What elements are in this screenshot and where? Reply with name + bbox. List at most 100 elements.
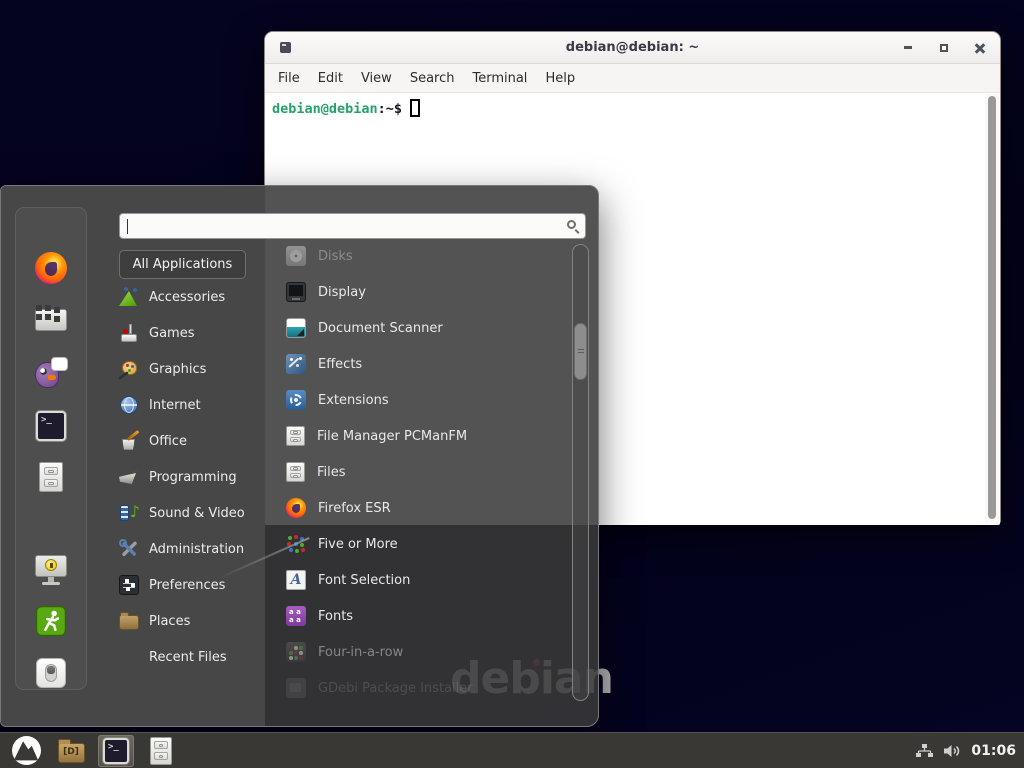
category-places[interactable]: Places <box>119 603 279 639</box>
menu-file[interactable]: File <box>269 67 309 90</box>
app-item-fonts[interactable]: Fonts <box>286 598 571 634</box>
favorite-keyboard[interactable] <box>32 301 70 339</box>
menu-view[interactable]: View <box>352 67 401 90</box>
lock-screen-icon <box>32 551 70 587</box>
accessories-icon <box>119 287 139 307</box>
terminal-prompt: debian@debian:~$ <box>272 99 420 117</box>
app-item-gdebi[interactable]: GDebi Package Installer <box>286 670 571 706</box>
folder-icon <box>58 743 85 763</box>
category-internet[interactable]: Internet <box>119 387 279 423</box>
app-item-files[interactable]: Files <box>286 454 571 490</box>
application-list: Disks Display Document Scanner Effects E… <box>286 238 571 706</box>
category-games[interactable]: Games <box>119 315 279 351</box>
file-cabinet-icon <box>39 462 63 492</box>
all-applications-label: All Applications <box>133 257 233 272</box>
terminal-window-icon <box>280 42 291 53</box>
applications-menu-popup: All Applications Accessories Games Graph… <box>0 185 599 727</box>
document-scanner-icon <box>286 318 306 338</box>
terminal-menubar: File Edit View Search Terminal Help <box>265 64 1000 93</box>
effects-icon <box>286 354 306 374</box>
graphics-icon <box>119 359 139 379</box>
lock-screen-button[interactable] <box>32 550 70 588</box>
terminal-icon <box>36 411 66 441</box>
app-item-font-selection[interactable]: Font Selection <box>286 562 571 598</box>
category-sound-video[interactable]: Sound & Video <box>119 495 279 531</box>
terminal-scrollbar-thumb[interactable] <box>988 96 996 519</box>
keyboard-icon <box>35 309 67 331</box>
minimize-button[interactable] <box>900 40 916 56</box>
menu-search[interactable]: Search <box>401 67 464 90</box>
launcher-terminal[interactable] <box>98 735 134 767</box>
file-cabinet-icon <box>150 737 172 765</box>
prompt-user-host: debian@debian <box>272 101 378 117</box>
close-icon <box>975 43 985 53</box>
app-item-display[interactable]: Display <box>286 274 571 310</box>
app-item-firefox-esr[interactable]: Firefox ESR <box>286 490 571 526</box>
favorite-firefox[interactable] <box>32 249 70 287</box>
games-icon <box>119 323 139 343</box>
clock: 01:06 <box>971 743 1016 759</box>
category-recent-files[interactable]: Recent Files <box>119 639 279 675</box>
category-preferences[interactable]: Preferences <box>119 567 279 603</box>
maximize-icon <box>940 44 948 52</box>
category-accessories[interactable]: Accessories <box>119 279 279 315</box>
disks-icon <box>286 246 306 266</box>
desktop: debian debian@debian: ~ File Edit View S… <box>0 0 1024 768</box>
menu-scrollbar[interactable] <box>572 244 589 701</box>
log-out-icon <box>36 606 66 636</box>
fonts-icon <box>286 606 306 626</box>
category-graphics[interactable]: Graphics <box>119 351 279 387</box>
four-in-a-row-icon <box>286 642 306 662</box>
category-office[interactable]: Office <box>119 423 279 459</box>
shut-down-icon <box>36 658 66 688</box>
file-cabinet-icon <box>286 462 305 482</box>
favorite-file-manager[interactable] <box>32 458 70 496</box>
app-item-file-manager-pcmanfm[interactable]: File Manager PCManFM <box>286 418 571 454</box>
menu-edit[interactable]: Edit <box>309 67 352 90</box>
launcher-file-manager[interactable] <box>53 735 89 767</box>
internet-icon <box>119 395 139 415</box>
network-icon[interactable] <box>916 744 933 758</box>
all-applications-button[interactable]: All Applications <box>119 250 246 279</box>
administration-icon <box>119 539 139 559</box>
category-programming[interactable]: Programming <box>119 459 279 495</box>
minimize-icon <box>904 46 912 49</box>
sound-video-icon <box>119 503 139 523</box>
terminal-window-title: debian@debian: ~ <box>566 40 699 55</box>
menu-terminal[interactable]: Terminal <box>463 67 536 90</box>
display-icon <box>286 282 306 302</box>
firefox-icon <box>286 498 306 518</box>
maximize-button[interactable] <box>936 40 952 56</box>
close-button[interactable] <box>972 40 988 56</box>
log-out-button[interactable] <box>32 602 70 640</box>
app-item-extensions[interactable]: Extensions <box>286 382 571 418</box>
volume-icon[interactable] <box>943 744 961 758</box>
terminal-scrollbar[interactable] <box>985 94 999 524</box>
search-icon <box>567 220 576 229</box>
terminal-icon <box>103 738 129 764</box>
extensions-icon <box>286 390 306 410</box>
app-item-five-or-more[interactable]: Five or More <box>286 526 571 562</box>
applications-menu-icon <box>12 736 41 765</box>
office-icon <box>119 431 139 451</box>
menu-scrollbar-thumb[interactable] <box>574 323 587 380</box>
terminal-titlebar[interactable]: debian@debian: ~ <box>265 32 1000 64</box>
launcher-file-cabinet[interactable] <box>143 735 179 767</box>
app-item-disks[interactable]: Disks <box>286 238 571 274</box>
file-cabinet-icon <box>286 426 305 446</box>
system-tray: 01:06 <box>916 743 1016 759</box>
preferences-icon <box>119 575 139 595</box>
favorite-pidgin[interactable] <box>32 354 70 392</box>
app-item-document-scanner[interactable]: Document Scanner <box>286 310 571 346</box>
places-icon <box>119 615 139 630</box>
shut-down-button[interactable] <box>32 654 70 692</box>
app-item-effects[interactable]: Effects <box>286 346 571 382</box>
applications-menu-button[interactable] <box>8 735 44 767</box>
search-input[interactable] <box>128 215 558 237</box>
category-list: Accessories Games Graphics Internet Offi… <box>119 279 279 675</box>
app-item-four-in-a-row[interactable]: Four-in-a-row <box>286 634 571 670</box>
menu-help[interactable]: Help <box>536 67 584 90</box>
pidgin-icon <box>34 357 68 389</box>
font-selection-icon <box>286 570 306 590</box>
favorite-terminal[interactable] <box>32 407 70 445</box>
